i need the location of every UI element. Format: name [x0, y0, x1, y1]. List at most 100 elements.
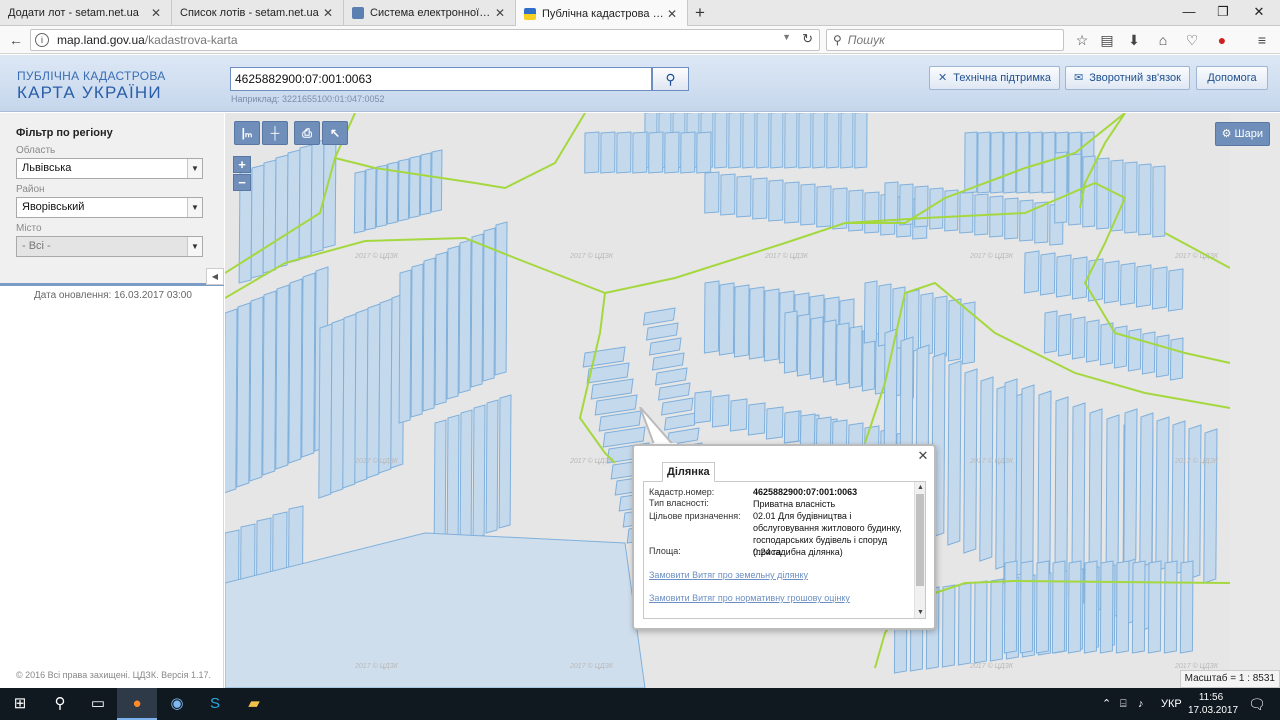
land-parcel[interactable] — [600, 131, 616, 174]
land-parcel[interactable] — [848, 189, 864, 232]
land-parcel[interactable] — [1020, 384, 1035, 590]
land-parcel[interactable] — [262, 290, 277, 476]
land-parcel[interactable] — [664, 131, 680, 174]
land-parcel[interactable] — [733, 284, 750, 358]
land-parcel[interactable] — [642, 307, 676, 326]
land-parcel[interactable] — [301, 272, 316, 458]
land-parcel[interactable] — [274, 154, 289, 269]
land-parcel[interactable] — [250, 164, 265, 279]
land-parcel[interactable] — [446, 414, 460, 549]
land-parcel[interactable] — [784, 113, 798, 169]
land-parcel[interactable] — [1051, 560, 1066, 654]
land-parcel[interactable] — [835, 322, 850, 386]
land-parcel[interactable] — [446, 245, 460, 400]
land-parcel[interactable] — [929, 187, 944, 230]
scroll-up-icon[interactable]: ▲ — [915, 482, 925, 493]
land-parcel[interactable] — [410, 263, 424, 418]
land-parcel[interactable] — [1113, 325, 1128, 369]
browser-search-field[interactable]: ⚲ Пошук — [826, 29, 1064, 51]
land-parcel[interactable] — [1043, 310, 1058, 354]
logo-line-2[interactable]: КАРТА УКРАЇНИ — [17, 83, 162, 103]
land-parcel[interactable] — [941, 584, 956, 668]
collapse-panel-icon[interactable]: ◀ — [206, 268, 224, 285]
land-parcel[interactable] — [1099, 560, 1114, 654]
land-parcel[interactable] — [914, 185, 929, 228]
land-parcel[interactable] — [714, 113, 728, 169]
land-parcel[interactable] — [809, 316, 824, 380]
land-parcel[interactable] — [494, 221, 508, 376]
land-parcel[interactable] — [1123, 408, 1138, 564]
back-arrow-icon[interactable]: ← — [6, 30, 26, 50]
land-parcel[interactable] — [756, 113, 770, 169]
land-parcel[interactable] — [763, 288, 780, 362]
land-parcel[interactable] — [1057, 313, 1072, 357]
pocket-icon[interactable]: ♡ — [1182, 30, 1202, 50]
land-parcel[interactable] — [765, 406, 784, 440]
land-parcel[interactable] — [1179, 560, 1194, 654]
land-parcel[interactable] — [1119, 262, 1136, 306]
land-parcel[interactable] — [354, 308, 369, 484]
land-parcel[interactable] — [236, 302, 251, 488]
close-tab-icon[interactable]: ✕ — [321, 6, 335, 20]
land-parcel[interactable] — [748, 286, 765, 360]
land-parcel[interactable] — [680, 131, 696, 174]
land-parcel[interactable] — [1115, 560, 1130, 654]
close-tab-icon[interactable]: ✕ — [149, 6, 163, 20]
land-parcel[interactable] — [470, 233, 484, 388]
land-parcel[interactable] — [704, 171, 720, 214]
land-parcel[interactable] — [286, 149, 301, 264]
skype-icon[interactable]: S — [195, 688, 235, 720]
land-parcel[interactable] — [1138, 163, 1152, 236]
land-parcel[interactable] — [736, 175, 752, 218]
address-bar[interactable]: i map.land.gov.ua /kadastrova-karta ▼ ↻ — [30, 29, 820, 51]
land-parcel[interactable] — [989, 578, 1004, 662]
browser-tab[interactable]: Додати лот - setam.net.ua ✕ — [0, 0, 172, 26]
land-parcel[interactable] — [375, 164, 388, 228]
cadastral-search-input[interactable] — [230, 67, 652, 91]
land-parcel[interactable] — [1055, 254, 1072, 298]
land-parcel[interactable] — [1083, 560, 1098, 654]
clock[interactable]: 11:56 17.03.2017 — [1188, 691, 1238, 717]
land-parcel[interactable] — [1016, 131, 1030, 194]
print-icon[interactable]: ⎙ — [294, 121, 320, 145]
zoom-in-icon[interactable]: + — [233, 156, 251, 173]
land-parcel[interactable] — [742, 113, 756, 169]
land-parcel[interactable] — [288, 278, 303, 464]
land-parcel[interactable] — [1023, 250, 1040, 294]
land-parcel[interactable] — [1163, 560, 1178, 654]
land-parcel[interactable] — [582, 346, 626, 368]
land-parcel[interactable] — [1067, 560, 1082, 654]
browser-tab-active[interactable]: Публічна кадастрова кар... ✕ — [516, 0, 688, 27]
tray-up-arrow-icon[interactable]: ⌃ — [1102, 688, 1111, 720]
land-parcel[interactable] — [310, 139, 325, 254]
land-parcel[interactable] — [1003, 378, 1018, 584]
task-view-icon[interactable]: ▭ — [78, 688, 118, 720]
land-parcel[interactable] — [249, 296, 264, 482]
land-parcel[interactable] — [485, 399, 499, 534]
logo-line-1[interactable]: ПУБЛІЧНА КАДАСТРОВА — [17, 69, 166, 83]
land-parcel[interactable] — [711, 394, 730, 428]
browser-tab[interactable]: Система електронної по... ✕ — [344, 0, 516, 26]
browser-tab[interactable]: Список лотів - setam.net.ua ✕ — [172, 0, 344, 26]
land-parcel[interactable] — [298, 144, 313, 259]
download-icon[interactable]: ⬇ — [1124, 30, 1144, 50]
land-parcel[interactable] — [353, 170, 366, 234]
tab-parcel[interactable]: Ділянка — [662, 462, 715, 482]
land-parcel[interactable] — [1171, 420, 1186, 576]
land-parcel[interactable] — [458, 239, 472, 394]
land-parcel[interactable] — [703, 280, 720, 354]
network-icon[interactable]: ⌸ — [1120, 688, 1127, 720]
layers-button[interactable]: ⚙ Шари — [1214, 122, 1270, 146]
area-m2-icon[interactable]: ┼ — [262, 121, 288, 145]
home-icon[interactable]: ⌂ — [1153, 30, 1173, 50]
land-parcel[interactable] — [1127, 328, 1142, 372]
file-explorer-icon[interactable]: ▰ — [234, 688, 274, 720]
land-parcel[interactable] — [783, 410, 800, 444]
land-parcel[interactable] — [784, 181, 800, 224]
land-parcel[interactable] — [498, 394, 512, 529]
land-parcel[interactable] — [616, 131, 632, 174]
land-parcel[interactable] — [1203, 428, 1218, 584]
feedback-button[interactable]: ✉ Зворотний зв'язок — [1065, 66, 1190, 90]
land-parcel[interactable] — [816, 185, 832, 228]
land-parcel[interactable] — [1152, 165, 1166, 238]
